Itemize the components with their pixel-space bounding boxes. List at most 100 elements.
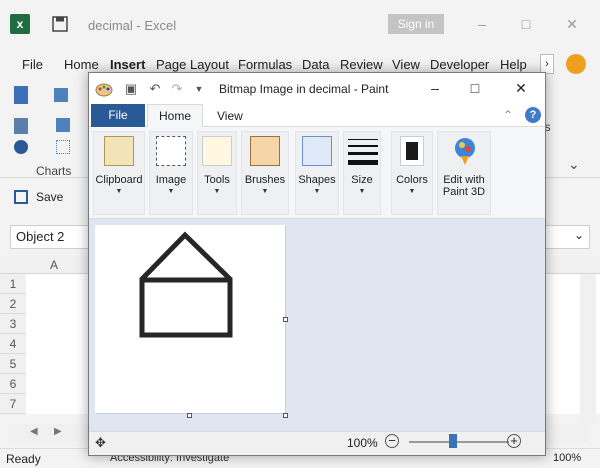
column-header-a[interactable]: A	[50, 258, 58, 272]
clipboard-icon	[104, 136, 134, 166]
name-box-dropdown-icon[interactable]: ⌄	[574, 228, 584, 242]
paint3d-label-line1: Edit with	[443, 174, 485, 186]
excel-maximize-button[interactable]: □	[514, 12, 538, 36]
excel-menu-review[interactable]: Review	[340, 57, 383, 72]
group-shapes-label: Shapes	[298, 174, 336, 186]
group-colors-label: Colors	[396, 174, 428, 186]
excel-menu-view[interactable]: View	[392, 57, 420, 72]
group-size-label: Size	[351, 174, 373, 186]
name-box-value: Object 2	[16, 229, 65, 244]
edit-with-paint3d-button[interactable]: Edit with Paint 3D	[437, 131, 491, 215]
chart-line-icon[interactable]	[14, 118, 28, 134]
paint3d-label-line2: Paint 3D	[442, 186, 486, 198]
tab-home[interactable]: Home	[147, 104, 203, 128]
quick-access-dropdown-icon[interactable]: ▼	[191, 81, 207, 97]
zoom-out-button[interactable]: −	[385, 434, 399, 448]
excel-menu-insert[interactable]: Insert	[110, 57, 145, 72]
paint-close-button[interactable]: ✕	[507, 77, 535, 99]
chart-stat-icon[interactable]	[56, 118, 70, 132]
row-header-7[interactable]: 7	[0, 394, 26, 414]
help-icon[interactable]: ?	[525, 107, 541, 123]
select-icon	[156, 136, 186, 166]
redo-icon[interactable]: ↷	[169, 81, 185, 97]
excel-close-button[interactable]: ✕	[560, 12, 584, 36]
undo-icon[interactable]: ↶	[147, 81, 163, 97]
excel-menu-help[interactable]: Help	[500, 57, 527, 72]
drawing-canvas[interactable]	[95, 225, 285, 413]
shapes-icon	[302, 136, 332, 166]
smiley-feedback-icon[interactable]	[566, 54, 586, 74]
row-header-3[interactable]: 3	[0, 314, 26, 334]
tab-view[interactable]: View	[217, 109, 243, 123]
excel-window-title: decimal - Excel	[88, 18, 177, 33]
paint-window-title: Bitmap Image in decimal - Paint	[219, 82, 389, 96]
size-dropdown-icon: ▼	[358, 188, 366, 195]
excel-menu-home[interactable]: Home	[64, 57, 99, 72]
group-shapes[interactable]: Shapes ▼	[295, 131, 339, 215]
chart-hierarchy-icon[interactable]	[54, 88, 68, 102]
group-tools[interactable]: Tools ▼	[197, 131, 237, 215]
resize-handle-bottom[interactable]	[187, 413, 192, 418]
resize-handle-right[interactable]	[283, 317, 288, 322]
group-brushes[interactable]: Brushes ▼	[241, 131, 289, 215]
ribbon-expand-icon[interactable]: ⌄	[568, 156, 580, 173]
pencil-icon	[202, 136, 232, 166]
charts-group-label: Charts	[36, 164, 72, 178]
shapes-dropdown-icon: ▼	[313, 188, 321, 195]
collapse-ribbon-icon[interactable]: ⌃	[503, 108, 513, 122]
row-header-1[interactable]: 1	[0, 274, 26, 294]
save-button[interactable]: Save	[36, 190, 63, 204]
excel-menu-page-layout[interactable]: Page Layout	[156, 57, 229, 72]
zoom-slider-track[interactable]	[409, 441, 509, 443]
row-header-5[interactable]: 5	[0, 354, 26, 374]
paint-window: ▣ ↶ ↷ ▼ Bitmap Image in decimal - Paint …	[88, 72, 546, 456]
vertical-scrollbar[interactable]	[580, 274, 596, 424]
menu-scroll-right-icon[interactable]: ›	[540, 54, 554, 74]
group-brushes-label: Brushes	[244, 174, 286, 186]
excel-menu-data[interactable]: Data	[302, 57, 329, 72]
paint3d-icon	[455, 138, 475, 165]
row-header-2[interactable]: 2	[0, 294, 26, 314]
line-size-icon	[348, 139, 378, 165]
group-colors[interactable]: Colors ▼	[391, 131, 433, 215]
sign-in-button[interactable]: Sign in	[388, 14, 444, 34]
zoom-slider-thumb[interactable]	[449, 434, 457, 448]
group-image[interactable]: Image ▼	[149, 131, 193, 215]
group-clipboard-label: Clipboard	[95, 174, 143, 186]
paint-minimize-button[interactable]: –	[421, 77, 449, 99]
chart-pie-icon[interactable]	[14, 140, 28, 154]
excel-minimize-button[interactable]: –	[470, 12, 494, 36]
chart-column-icon[interactable]	[14, 86, 28, 104]
excel-menu-formulas[interactable]: Formulas	[238, 57, 292, 72]
tools-dropdown-icon: ▼	[213, 188, 221, 195]
status-ready: Ready	[6, 452, 41, 466]
excel-zoom-level[interactable]: 100%	[553, 452, 581, 464]
paint-maximize-button[interactable]: □	[461, 77, 489, 99]
excel-logo-icon: x	[10, 14, 30, 34]
paint-save-icon[interactable]: ▣	[123, 81, 139, 97]
row-header-4[interactable]: 4	[0, 334, 26, 354]
paint-zoom-level: 100%	[347, 436, 378, 450]
group-tools-label: Tools	[204, 174, 230, 186]
sheet-prev-icon[interactable]: ◀	[30, 426, 38, 437]
zoom-in-button[interactable]: +	[507, 434, 521, 448]
tab-file[interactable]: File	[91, 104, 145, 127]
color-swatch-icon	[400, 136, 424, 166]
house-drawing	[139, 231, 233, 338]
group-clipboard[interactable]: Clipboard ▼	[93, 131, 145, 215]
group-size[interactable]: Size ▼	[343, 131, 381, 215]
clipboard-dropdown-icon: ▼	[115, 188, 123, 195]
sheet-next-icon[interactable]: ▶	[54, 426, 62, 437]
group-image-label: Image	[155, 174, 187, 186]
cursor-position-icon: ✥	[95, 435, 106, 450]
excel-save-icon[interactable]	[52, 16, 68, 32]
paint-status-bar	[89, 431, 545, 455]
resize-handle-corner[interactable]	[283, 413, 288, 418]
brushes-dropdown-icon: ▼	[261, 188, 269, 195]
chart-scatter-icon[interactable]	[56, 140, 70, 154]
excel-menu-developer[interactable]: Developer	[430, 57, 489, 72]
colors-dropdown-icon: ▼	[408, 188, 416, 195]
excel-menu-file[interactable]: File	[22, 57, 43, 72]
row-header-6[interactable]: 6	[0, 374, 26, 394]
image-dropdown-icon: ▼	[167, 188, 175, 195]
